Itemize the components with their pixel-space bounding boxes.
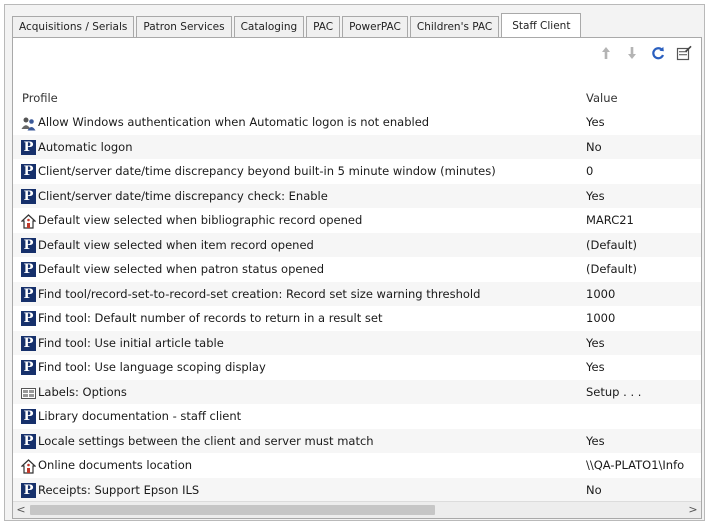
tab-acquisitions-serials[interactable]: Acquisitions / Serials bbox=[12, 16, 135, 38]
p-icon: P bbox=[21, 311, 36, 326]
profile-label: Allow Windows authentication when Automa… bbox=[38, 115, 430, 129]
table-row[interactable]: P Default view selected when patron statu… bbox=[13, 257, 701, 282]
scrollbar-thumb[interactable] bbox=[30, 505, 435, 515]
profile-value: Yes bbox=[586, 360, 605, 374]
table-row[interactable]: P Default view selected when item record … bbox=[13, 232, 701, 257]
tab-patron-services[interactable]: Patron Services bbox=[136, 16, 232, 38]
tab-bar: Acquisitions / Serials Patron Services Cat… bbox=[12, 13, 699, 38]
table-row[interactable]: P Client/server date/time discrepancy che… bbox=[13, 183, 701, 208]
profile-value: 1000 bbox=[586, 311, 616, 325]
scroll-right-arrow[interactable]: > bbox=[685, 502, 701, 518]
profile-label: Find tool/record-set-to-record-set creat… bbox=[38, 286, 481, 301]
profile-label: Default view selected when item record o… bbox=[38, 237, 314, 252]
profile-value: Yes bbox=[586, 115, 605, 129]
profile-value: Yes bbox=[586, 188, 605, 203]
table-row[interactable]: P Find tool: Use initial article table Yes bbox=[13, 330, 701, 355]
table-row[interactable]: P Client/server date/time discrepancy bey… bbox=[13, 159, 701, 184]
arrow-up-icon[interactable] bbox=[597, 44, 615, 62]
profile-label: Default view selected when patron status… bbox=[38, 262, 325, 276]
table-row[interactable]: P Library documentation - staff client bbox=[13, 404, 701, 429]
home-icon bbox=[20, 213, 37, 229]
profile-label: Find tool: Use language scoping display bbox=[38, 360, 266, 374]
p-icon: P bbox=[21, 139, 36, 155]
p-icon: P bbox=[21, 433, 36, 449]
profile-value: No bbox=[586, 139, 602, 154]
profile-value: Setup . . . bbox=[586, 384, 642, 399]
profile-label: Default view selected when bibliographic… bbox=[38, 213, 363, 227]
p-icon: P bbox=[21, 262, 36, 277]
table-header: Profile Value bbox=[13, 88, 701, 108]
profile-label: Online documents location bbox=[38, 458, 193, 472]
table-row[interactable]: P Find tool/record-set-to-record-set crea… bbox=[13, 281, 701, 306]
table-row[interactable]: Default view selected when bibliographic… bbox=[13, 208, 701, 233]
p-icon: P bbox=[21, 237, 36, 253]
table-row[interactable]: P Automatic logon No bbox=[13, 134, 701, 159]
column-header-profile[interactable]: Profile bbox=[22, 91, 58, 105]
staff-client-panel: Profile Value Allow Windows authenticati… bbox=[12, 37, 702, 519]
arrow-down-icon[interactable] bbox=[623, 44, 641, 62]
profile-value: 0 bbox=[586, 164, 594, 178]
profile-label: Labels: Options bbox=[38, 384, 127, 399]
p-icon: P bbox=[21, 360, 36, 375]
home-icon bbox=[20, 458, 37, 474]
tab-children-s-pac[interactable]: Children's PAC bbox=[409, 16, 500, 38]
profile-value: Yes bbox=[586, 433, 605, 448]
p-icon: P bbox=[21, 335, 36, 351]
table-row[interactable]: P Receipts: Support Epson ILS No bbox=[13, 477, 701, 502]
profile-value: (Default) bbox=[586, 237, 637, 252]
profile-value: \\QA-PLATO1\Info bbox=[586, 458, 685, 472]
profile-value: 1000 bbox=[586, 286, 616, 301]
table-row[interactable]: P Find tool: Use language scoping display… bbox=[13, 355, 701, 380]
p-icon: P bbox=[21, 164, 36, 179]
profile-label: Find tool: Default number of records to … bbox=[38, 311, 383, 325]
tab-staff-client[interactable]: Staff Client bbox=[501, 13, 582, 38]
tab-pac[interactable]: PAC bbox=[306, 16, 341, 38]
table-row[interactable]: Allow Windows authentication when Automa… bbox=[13, 110, 701, 135]
labels-icon bbox=[21, 385, 36, 400]
table-row[interactable]: P Find tool: Default number of records to… bbox=[13, 306, 701, 331]
horizontal-scrollbar[interactable]: < > bbox=[13, 501, 701, 518]
profile-value: (Default) bbox=[586, 262, 637, 276]
profile-label: Automatic logon bbox=[38, 139, 133, 154]
table-row[interactable]: Labels: Options Setup . . . bbox=[13, 379, 701, 404]
profile-label: Client/server date/time discrepancy beyo… bbox=[38, 164, 496, 178]
profile-label: Locale settings between the client and s… bbox=[38, 433, 374, 448]
profile-value: Yes bbox=[586, 335, 605, 350]
table-row[interactable]: Online documents location \\QA-PLATO1\Inf… bbox=[13, 453, 701, 478]
profile-label: Receipts: Support Epson ILS bbox=[38, 482, 200, 497]
refresh-icon[interactable] bbox=[649, 44, 667, 62]
profile-label: Find tool: Use initial article table bbox=[38, 335, 224, 350]
p-icon: P bbox=[21, 482, 36, 498]
profile-list: Allow Windows authentication when Automa… bbox=[13, 110, 701, 502]
profile-value: MARC21 bbox=[586, 213, 634, 227]
table-row[interactable]: P Locale settings between the client and … bbox=[13, 428, 701, 453]
users-icon bbox=[21, 115, 36, 131]
p-icon: P bbox=[21, 409, 36, 424]
profile-label: Library documentation - staff client bbox=[38, 409, 242, 423]
p-icon: P bbox=[21, 286, 36, 302]
tab-cataloging[interactable]: Cataloging bbox=[233, 16, 305, 38]
profile-value: No bbox=[586, 482, 602, 497]
profile-label: Client/server date/time discrepancy chec… bbox=[38, 188, 328, 203]
column-header-value[interactable]: Value bbox=[586, 91, 618, 105]
toolbar bbox=[597, 44, 693, 62]
scroll-left-arrow[interactable]: < bbox=[13, 502, 29, 518]
tab-powerpac[interactable]: PowerPAC bbox=[342, 16, 408, 38]
p-icon: P bbox=[21, 188, 36, 204]
edit-properties-icon[interactable] bbox=[675, 44, 693, 62]
